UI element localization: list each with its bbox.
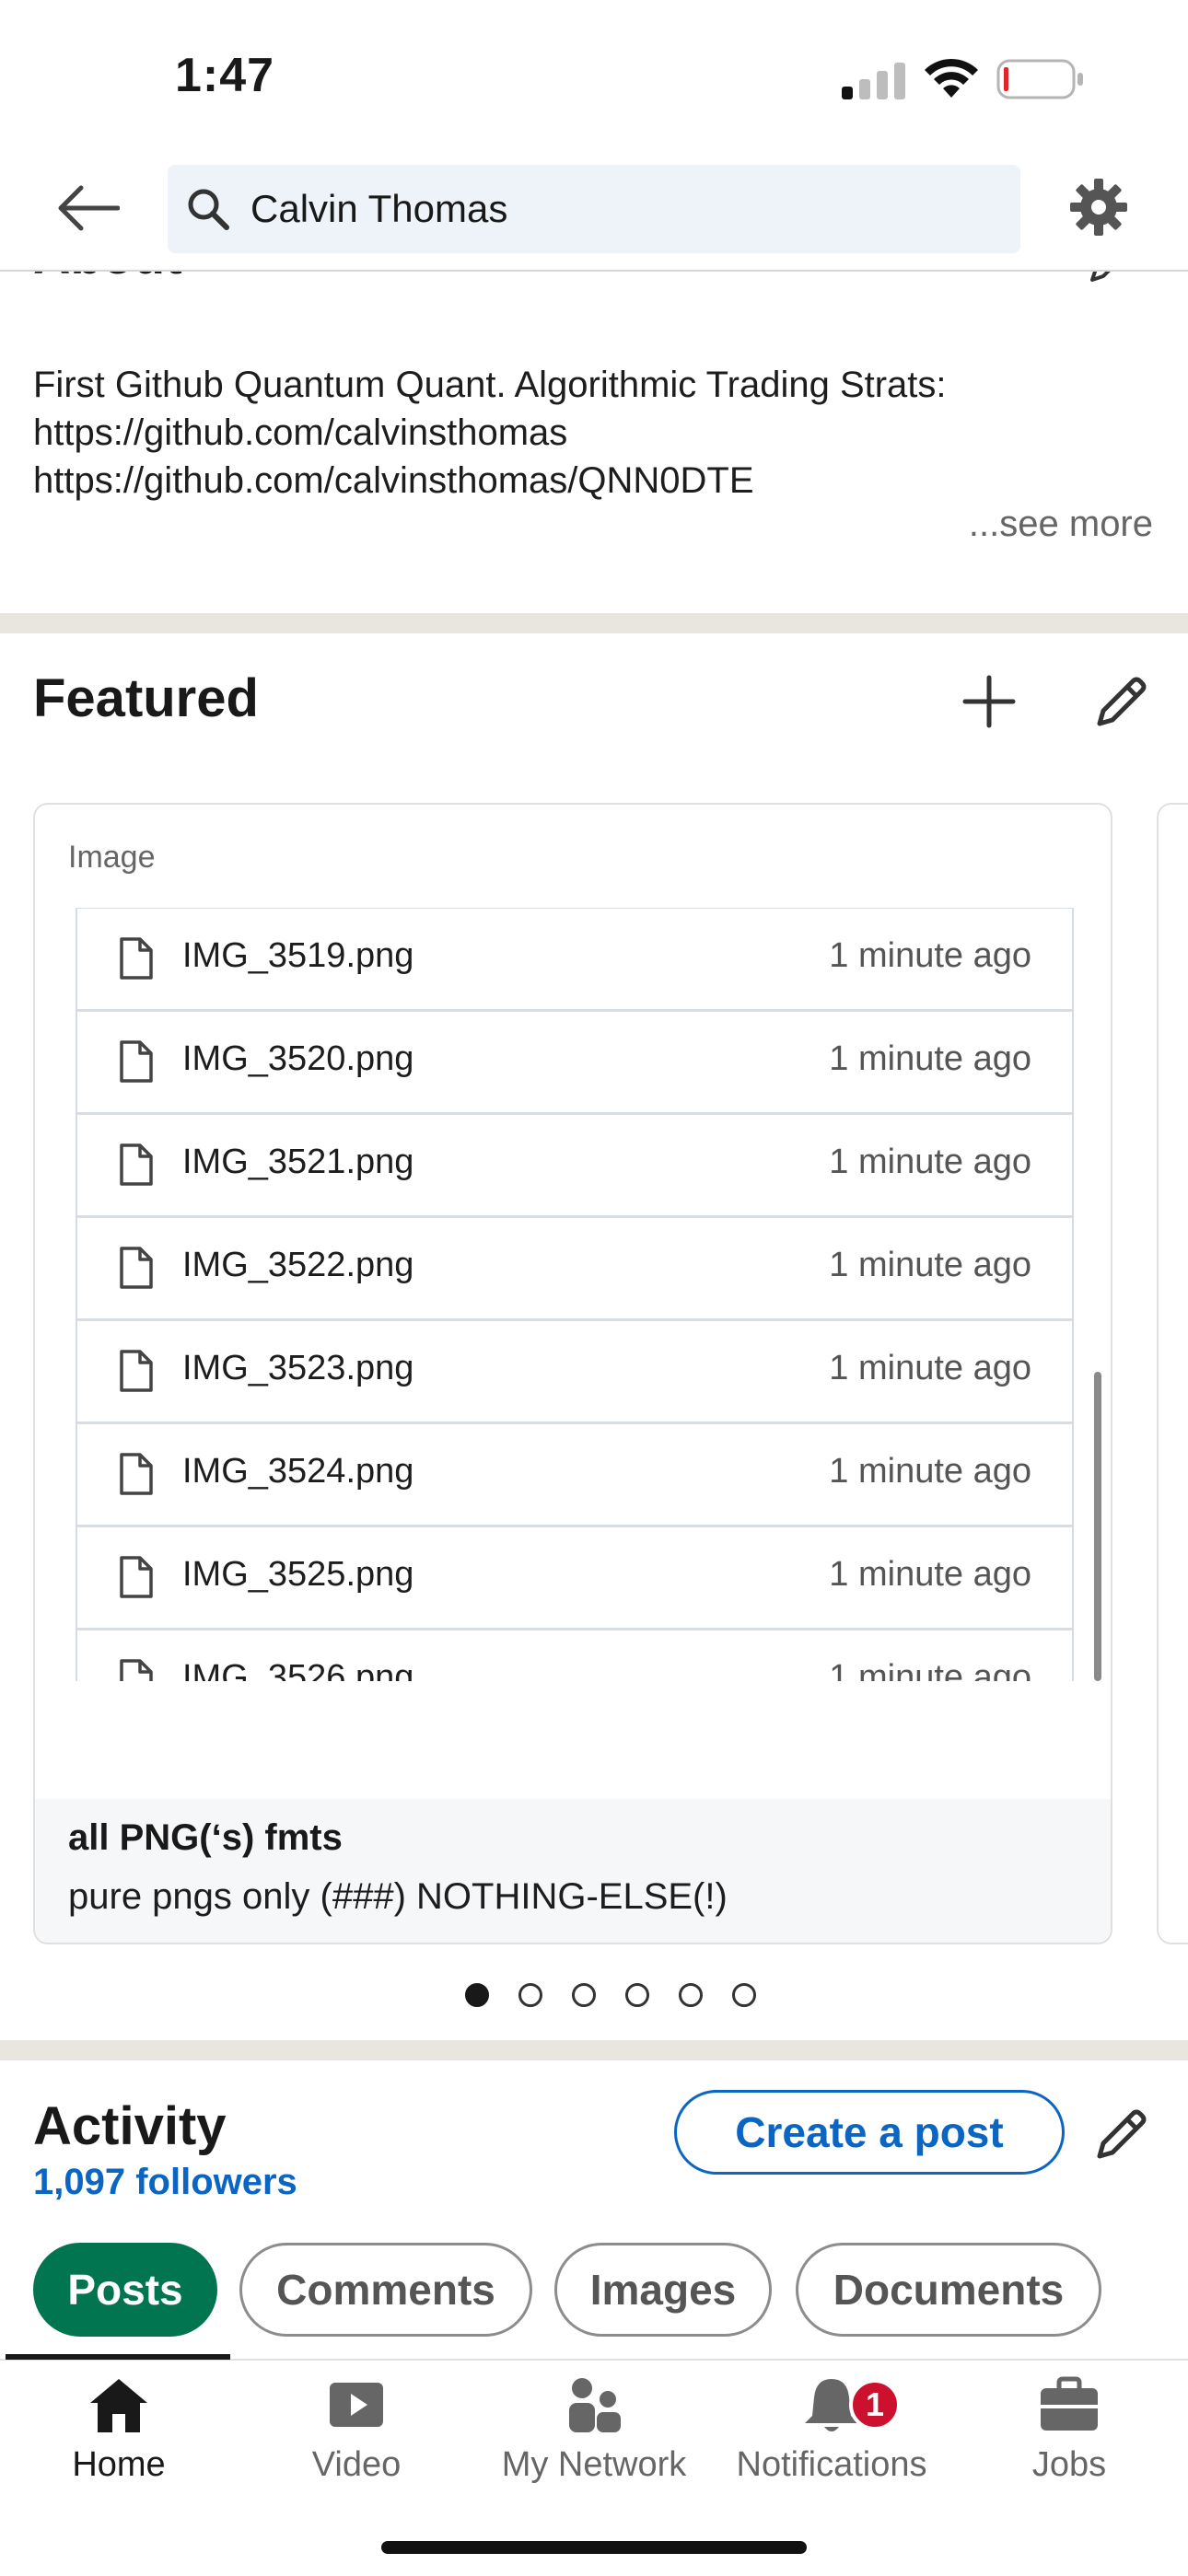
cellular-signal-icon — [842, 61, 906, 99]
file-timestamp: 1 minute ago — [829, 936, 1031, 975]
filter-documents[interactable]: Documents — [796, 2243, 1101, 2337]
file-row[interactable]: IMG_3524.png 1 minute ago — [77, 1421, 1072, 1526]
carousel-dot[interactable] — [465, 1983, 489, 2007]
file-icon — [118, 1246, 155, 1290]
activity-title: Activity — [33, 2096, 227, 2156]
file-timestamp: 1 minute ago — [829, 1452, 1031, 1491]
edit-activity-icon[interactable] — [1092, 2105, 1151, 2164]
nav-label: Notifications — [736, 2445, 927, 2484]
file-icon — [118, 1658, 155, 1681]
search-input[interactable]: Calvin Thomas — [250, 187, 507, 231]
settings-gear-icon[interactable] — [1068, 177, 1129, 238]
home-indicator[interactable] — [381, 2541, 807, 2554]
section-divider — [0, 2040, 1188, 2060]
file-row[interactable]: IMG_3526.png 1 minute ago — [77, 1628, 1072, 1681]
file-timestamp: 1 minute ago — [829, 1658, 1031, 1681]
search-icon — [184, 185, 232, 233]
see-more-link[interactable]: ...see more — [969, 504, 1153, 545]
next-featured-card[interactable] — [1157, 803, 1188, 1944]
add-featured-icon[interactable] — [960, 672, 1019, 731]
nav-notifications[interactable]: Notifications 1 — [713, 2375, 950, 2485]
carousel-dot[interactable] — [625, 1983, 649, 2007]
filter-images[interactable]: Images — [554, 2243, 772, 2337]
edit-featured-icon[interactable] — [1092, 672, 1151, 731]
file-name: IMG_3525.png — [182, 1555, 414, 1594]
file-row[interactable]: IMG_3520.png 1 minute ago — [77, 1009, 1072, 1113]
file-timestamp: 1 minute ago — [829, 1349, 1031, 1387]
file-name: IMG_3521.png — [182, 1143, 414, 1181]
file-name: IMG_3522.png — [182, 1246, 414, 1284]
briefcase-icon — [1037, 2375, 1101, 2434]
file-row[interactable]: IMG_3525.png 1 minute ago — [77, 1525, 1072, 1629]
section-divider — [0, 613, 1188, 633]
search-bar[interactable]: Calvin Thomas — [168, 165, 1020, 253]
file-timestamp: 1 minute ago — [829, 1143, 1031, 1181]
file-row[interactable]: IMG_3522.png 1 minute ago — [77, 1215, 1072, 1319]
file-row[interactable]: IMG_3523.png 1 minute ago — [77, 1318, 1072, 1422]
back-arrow-icon[interactable] — [53, 180, 120, 236]
nav-label: My Network — [501, 2445, 687, 2484]
followers-count[interactable]: 1,097 followers — [33, 2162, 297, 2203]
file-icon — [118, 1349, 155, 1393]
nav-my-network[interactable]: My Network — [475, 2375, 713, 2485]
carousel-dots[interactable] — [0, 1983, 1188, 2011]
file-name: IMG_3524.png — [182, 1452, 414, 1491]
file-name: IMG_3526.png — [182, 1658, 414, 1681]
carousel-dot[interactable] — [679, 1983, 703, 2007]
file-row[interactable]: IMG_3519.png 1 minute ago — [77, 908, 1072, 1010]
carousel-dot[interactable] — [572, 1983, 596, 2007]
network-icon — [562, 2375, 626, 2434]
file-name: IMG_3523.png — [182, 1349, 414, 1387]
file-timestamp: 1 minute ago — [829, 1555, 1031, 1594]
nav-label: Jobs — [1031, 2445, 1107, 2484]
nav-jobs[interactable]: Jobs — [950, 2375, 1188, 2485]
about-link[interactable]: https://github.com/calvinsthomas — [33, 409, 1138, 457]
file-name: IMG_3519.png — [182, 936, 414, 975]
carousel-dot[interactable] — [518, 1983, 542, 2007]
video-icon — [324, 2375, 389, 2434]
featured-title: Featured — [33, 668, 259, 728]
file-list[interactable]: IMG_3519.png 1 minute ago IMG_3520.png 1 mi… — [76, 908, 1074, 1681]
nav-label: Video — [311, 2445, 402, 2484]
home-icon — [87, 2375, 151, 2434]
notification-badge: 1 — [849, 2379, 901, 2431]
featured-type-label: Image — [68, 840, 156, 875]
file-icon — [118, 1143, 155, 1187]
file-timestamp: 1 minute ago — [829, 1246, 1031, 1284]
file-icon — [118, 936, 155, 981]
filter-comments[interactable]: Comments — [239, 2243, 532, 2337]
about-text: First Github Quantum Quant. Algorithmic … — [33, 361, 1138, 505]
featured-card[interactable]: Image IMG_3519.png 1 minute ago IMG_3520.p… — [33, 803, 1112, 1944]
wifi-icon — [923, 57, 980, 99]
battery-icon — [996, 59, 1085, 99]
carousel-dot[interactable] — [732, 1983, 756, 2007]
about-line: First Github Quantum Quant. Algorithmic … — [33, 365, 947, 405]
file-timestamp: 1 minute ago — [829, 1039, 1031, 1078]
featured-caption-title: all PNG(‘s) fmts — [68, 1817, 343, 1858]
file-icon — [118, 1555, 155, 1599]
filter-posts[interactable]: Posts — [33, 2243, 217, 2337]
create-post-button[interactable]: Create a post — [674, 2090, 1065, 2175]
file-icon — [118, 1452, 155, 1496]
scrollbar[interactable] — [1094, 1372, 1101, 1681]
file-name: IMG_3520.png — [182, 1039, 414, 1078]
nav-active-indicator — [6, 2354, 230, 2360]
featured-caption-subtitle: pure pngs only (###) NOTHING-ELSE(!) — [68, 1876, 728, 1917]
about-link[interactable]: https://github.com/calvinsthomas/QNN0DTE — [33, 457, 1138, 505]
nav-label: Home — [72, 2445, 166, 2484]
nav-home[interactable]: Home — [0, 2375, 238, 2485]
status-time: 1:47 — [175, 49, 275, 102]
nav-video[interactable]: Video — [238, 2375, 475, 2485]
file-row[interactable]: IMG_3521.png 1 minute ago — [77, 1112, 1072, 1216]
file-icon — [118, 1039, 155, 1084]
